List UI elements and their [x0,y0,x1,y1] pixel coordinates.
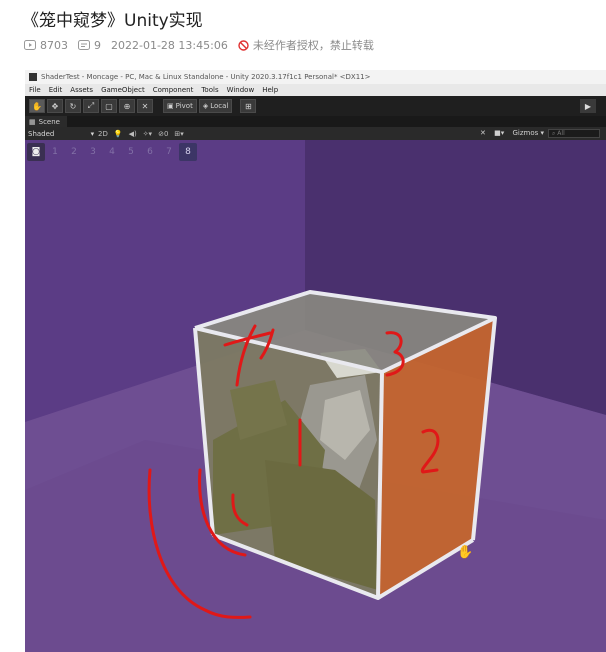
menu-help[interactable]: Help [262,86,278,94]
pivot-icon: ▣ [167,102,174,110]
scale-icon: ⤢ [87,101,95,110]
tab-scene[interactable]: ▦ Scene [25,116,67,127]
local-label: Local [210,102,229,110]
main-toolbar: ✋ ✥ ↻ ⤢ ▢ ⊕ ✕ ▣ Pivot ◈ Local ⊞ ▶ [25,96,606,116]
comments-stat: 9 [78,39,101,52]
hidden-objects-toggle[interactable]: ⊘0 [158,130,168,138]
gizmos-dropdown[interactable]: Gizmos [512,129,538,137]
grid-icon: ⊞ [245,101,252,111]
layer-buttons: ◙ 1 2 3 4 5 6 7 8 [27,143,198,161]
layer-button-5[interactable]: 5 [122,143,140,161]
hand-icon: ✋ [32,101,42,111]
move-tool-button[interactable]: ✥ [47,99,63,113]
copyright-notice: 未经作者授权，禁止转载 [238,37,374,53]
lighting-toggle-icon[interactable]: 💡 [114,130,123,138]
layer-button-4[interactable]: 4 [103,143,121,161]
play-triangle-icon: ▶ [584,101,592,111]
tools-icon[interactable]: ✕ [480,129,486,137]
menu-gameobject[interactable]: GameObject [101,86,145,94]
unity-logo-icon [29,73,37,81]
pivot-toggle[interactable]: ▣ Pivot [163,99,197,113]
post-title: 《笼中窥梦》Unity实现 [22,11,203,31]
local-icon: ◈ [202,102,209,110]
camera-settings-icon[interactable]: ■▾ [494,129,504,137]
comment-icon [78,40,90,50]
transform-tool-button[interactable]: ⊕ [119,99,135,113]
prohibited-icon [238,39,249,51]
rotate-tool-button[interactable]: ↻ [65,99,81,113]
rect-icon: ▢ [105,101,113,111]
search-placeholder: All [557,130,565,137]
shading-mode-label: Shaded [28,129,55,138]
chevron-down-icon: ▾ [90,129,95,138]
unity-screenshot: ShaderTest - Moncage - PC, Mac & Linux S… [25,70,606,652]
layer-button-7[interactable]: 7 [160,143,178,161]
layer-button-8[interactable]: 8 [179,143,197,161]
hand-tool-button[interactable]: ✋ [29,99,45,113]
play-button[interactable]: ▶ [580,99,596,113]
tab-bar: ▦ Scene [25,116,606,127]
views-stat: 8703 [24,39,68,52]
menu-window[interactable]: Window [227,86,255,94]
hand-cursor-icon: ✋ [457,544,473,560]
local-toggle[interactable]: ◈ Local [198,99,233,113]
scene-tab-icon: ▦ [29,117,36,126]
menu-edit[interactable]: Edit [49,86,63,94]
rotate-icon: ↻ [69,101,77,111]
post-meta: 8703 9 2022-01-28 13:45:06 未经作者授权，禁止转载 [24,37,384,53]
search-icon: ⌕ [552,130,556,137]
scene-view-toolbar: Shaded ▾ 2D 💡 ◀) ✧▾ ⊘0 ⊞▾ ✕ ■▾ Gizmos ▾ … [25,127,606,140]
scene-search-input[interactable]: ⌕ All [548,129,600,138]
copyright-text: 未经作者授权，禁止转载 [252,39,374,52]
window-title: ShaderTest - Moncage - PC, Mac & Linux S… [41,73,371,81]
menu-file[interactable]: File [29,86,41,94]
hidden-count: 0 [163,129,169,138]
scale-tool-button[interactable]: ⤢ [83,99,99,113]
layer-button-1[interactable]: 1 [46,143,64,161]
menu-tools[interactable]: Tools [201,86,218,94]
play-icon [24,40,36,50]
layer-button-6[interactable]: 6 [141,143,159,161]
rect-tool-button[interactable]: ▢ [101,99,117,113]
wrench-icon: ✕ [141,101,149,111]
views-count: 8703 [40,38,68,52]
shading-mode-dropdown[interactable]: Shaded ▾ [28,130,98,138]
layer-button-3[interactable]: 3 [84,143,102,161]
custom-tool-button[interactable]: ✕ [137,99,153,113]
grid-snap-button[interactable]: ⊞ [240,99,257,113]
effects-toggle-icon[interactable]: ✧▾ [143,130,152,138]
menu-bar: File Edit Assets GameObject Component To… [25,84,606,96]
transform-icon: ⊕ [123,101,131,111]
post-date: 2022-01-28 13:45:06 [111,38,228,52]
chevron-down-icon: ▾ [540,129,544,137]
menu-component[interactable]: Component [153,86,194,94]
scene-tab-label: Scene [38,117,60,126]
audio-toggle-icon[interactable]: ◀) [129,130,137,138]
scene-viewport[interactable]: ✋ [25,140,606,652]
camera-icon[interactable]: ◙ [27,143,45,161]
grid-visibility-icon[interactable]: ⊞▾ [174,130,183,138]
pivot-label: Pivot [175,102,193,110]
layer-button-2[interactable]: 2 [65,143,83,161]
gizmos-area: ✕ ■▾ Gizmos ▾ [480,129,544,137]
menu-assets[interactable]: Assets [70,86,93,94]
mode-2d-toggle[interactable]: 2D [98,130,108,138]
move-icon: ✥ [51,101,59,111]
unity-titlebar: ShaderTest - Moncage - PC, Mac & Linux S… [25,70,606,84]
comments-count: 9 [94,38,101,52]
